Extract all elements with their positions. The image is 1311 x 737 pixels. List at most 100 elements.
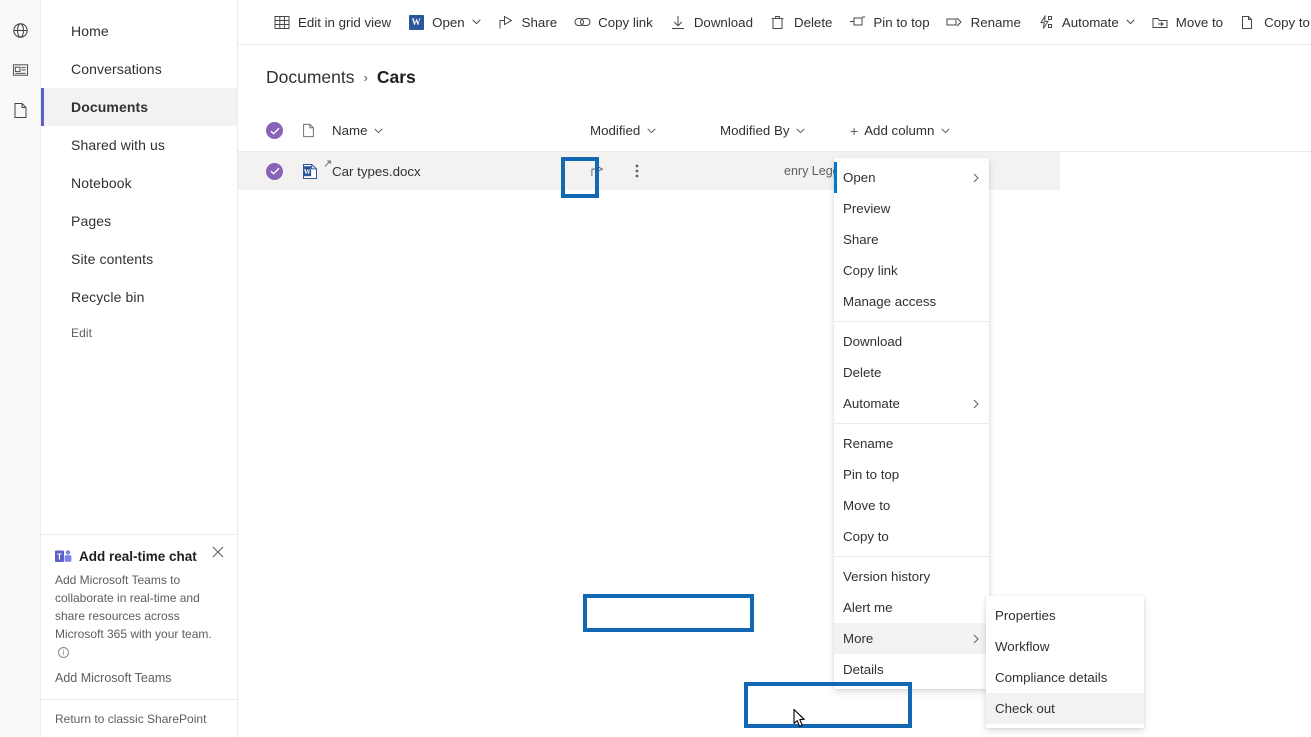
menu-item-open[interactable]: Open [834,162,989,193]
menu-item-label: Move to [843,498,891,513]
news-icon[interactable] [0,50,41,90]
chevron-down-icon [374,128,384,134]
sidebar-item-recycle-bin[interactable]: Recycle bin [41,278,237,316]
promo-description: Add Microsoft Teams to collaborate in re… [55,571,221,661]
sidebar-item-shared-with-us[interactable]: Shared with us [41,126,237,164]
more-actions-kebab[interactable] [620,163,654,179]
add-real-time-chat-card: T Add real-time chat Add Microsoft Teams… [41,534,237,699]
menu-item-rename[interactable]: Rename [834,428,989,459]
svg-text:W: W [304,167,311,175]
breadcrumb-separator-icon: › [363,70,368,85]
share-row-icon[interactable] [590,164,620,178]
menu-separator [834,556,989,557]
copy-icon [1239,13,1257,31]
menu-item-delete[interactable]: Delete [834,357,989,388]
share-icon [497,13,515,31]
cmd-label: Move to [1175,14,1224,30]
rename-button[interactable]: Rename [939,6,1028,38]
more-submenu: Properties Workflow Compliance details C… [986,596,1144,728]
sidebar-item-pages[interactable]: Pages [41,202,237,240]
file-type-column-header[interactable] [302,123,332,138]
nav-label: Notebook [71,175,132,191]
breadcrumb-documents[interactable]: Documents [266,67,355,88]
sidebar-item-conversations[interactable]: Conversations [41,50,237,88]
checked-circle-icon [266,122,283,139]
nav-list: Home Conversations Documents Shared with… [41,0,237,350]
menu-item-label: Compliance details [995,670,1108,685]
menu-item-more[interactable]: More [834,623,989,654]
sidebar-item-site-contents[interactable]: Site contents [41,240,237,278]
submenu-item-compliance-details[interactable]: Compliance details [986,662,1144,693]
command-bar: Edit in grid view Open Share [238,0,1311,45]
menu-item-manage-access[interactable]: Manage access [834,286,989,317]
menu-item-label: Manage access [843,294,937,309]
close-icon[interactable] [207,541,229,563]
nav-label: Site contents [71,251,154,267]
menu-item-alert-me[interactable]: Alert me [834,592,989,623]
nav-label: Shared with us [71,137,166,153]
automate-button[interactable]: Automate [1030,6,1142,38]
rename-icon [946,13,964,31]
open-button[interactable]: Open [400,6,488,38]
submenu-item-check-out[interactable]: Check out [986,693,1144,724]
column-label: Modified [590,123,641,138]
sidebar-item-home[interactable]: Home [41,12,237,50]
menu-item-preview[interactable]: Preview [834,193,989,224]
menu-item-copy-to[interactable]: Copy to [834,521,989,552]
menu-item-version-history[interactable]: Version history [834,561,989,592]
menu-item-label: Rename [843,436,894,451]
cmd-label: Automate [1061,14,1119,30]
page-icon[interactable] [0,90,41,130]
copy-link-button[interactable]: Copy link [566,6,660,38]
pin-to-top-button[interactable]: Pin to top [841,6,936,38]
download-button[interactable]: Download [662,6,760,38]
mouse-cursor [791,708,808,736]
add-column-button[interactable]: + Add column [850,123,951,139]
move-to-button[interactable]: Move to [1144,6,1230,38]
modified-by-column-header[interactable]: Modified By [720,123,850,138]
sidebar-item-notebook[interactable]: Notebook [41,164,237,202]
menu-item-label: Download [843,334,903,349]
globe-icon[interactable] [0,10,41,50]
submenu-item-workflow[interactable]: Workflow [986,631,1144,662]
sidebar-item-documents[interactable]: Documents [41,88,237,126]
info-icon[interactable]: i [58,647,69,658]
modified-column-header[interactable]: Modified [590,123,720,138]
main-content: Edit in grid view Open Share [238,0,1311,737]
add-microsoft-teams-link[interactable]: Add Microsoft Teams [55,671,221,685]
cmd-label: Share [521,14,558,30]
name-column-header[interactable]: Name [332,123,590,138]
promo-description-text: Add Microsoft Teams to collaborate in re… [55,573,212,641]
menu-item-details[interactable]: Details [834,654,989,685]
submenu-item-properties[interactable]: Properties [986,600,1144,631]
file-name-text: Car types.docx [332,163,421,179]
chevron-down-icon [472,19,481,25]
menu-item-move-to[interactable]: Move to [834,490,989,521]
edit-in-grid-view-button[interactable]: Edit in grid view [266,6,398,38]
sidebar-edit-link[interactable]: Edit [41,316,237,350]
chevron-down-icon [796,128,806,134]
menu-item-automate[interactable]: Automate [834,388,989,419]
menu-item-copy-link[interactable]: Copy link [834,255,989,286]
share-button[interactable]: Share [490,6,564,38]
select-all-checkbox[interactable] [266,122,302,139]
nav-label: Edit [71,326,93,340]
copy-to-button[interactable]: Copy to [1232,6,1311,38]
menu-item-share[interactable]: Share [834,224,989,255]
nav-label: Recycle bin [71,289,145,305]
shared-indicator-icon: ↗ [323,157,333,170]
svg-text:T: T [57,553,62,562]
cmd-label: Pin to top [873,14,930,30]
breadcrumb-cars[interactable]: Cars [377,67,416,88]
menu-item-pin-to-top[interactable]: Pin to top [834,459,989,490]
delete-button[interactable]: Delete [762,6,839,38]
row-select-checkbox[interactable] [266,162,302,180]
menu-item-label: Share [843,232,879,247]
add-column-label: Add column [864,123,935,138]
chevron-right-icon [973,634,979,644]
menu-item-download[interactable]: Download [834,326,989,357]
chevron-down-icon [647,128,656,134]
return-to-classic-sharepoint-link[interactable]: Return to classic SharePoint [41,699,237,737]
file-name-cell[interactable]: ↗ Car types.docx [323,158,590,179]
menu-item-label: Alert me [843,600,893,615]
